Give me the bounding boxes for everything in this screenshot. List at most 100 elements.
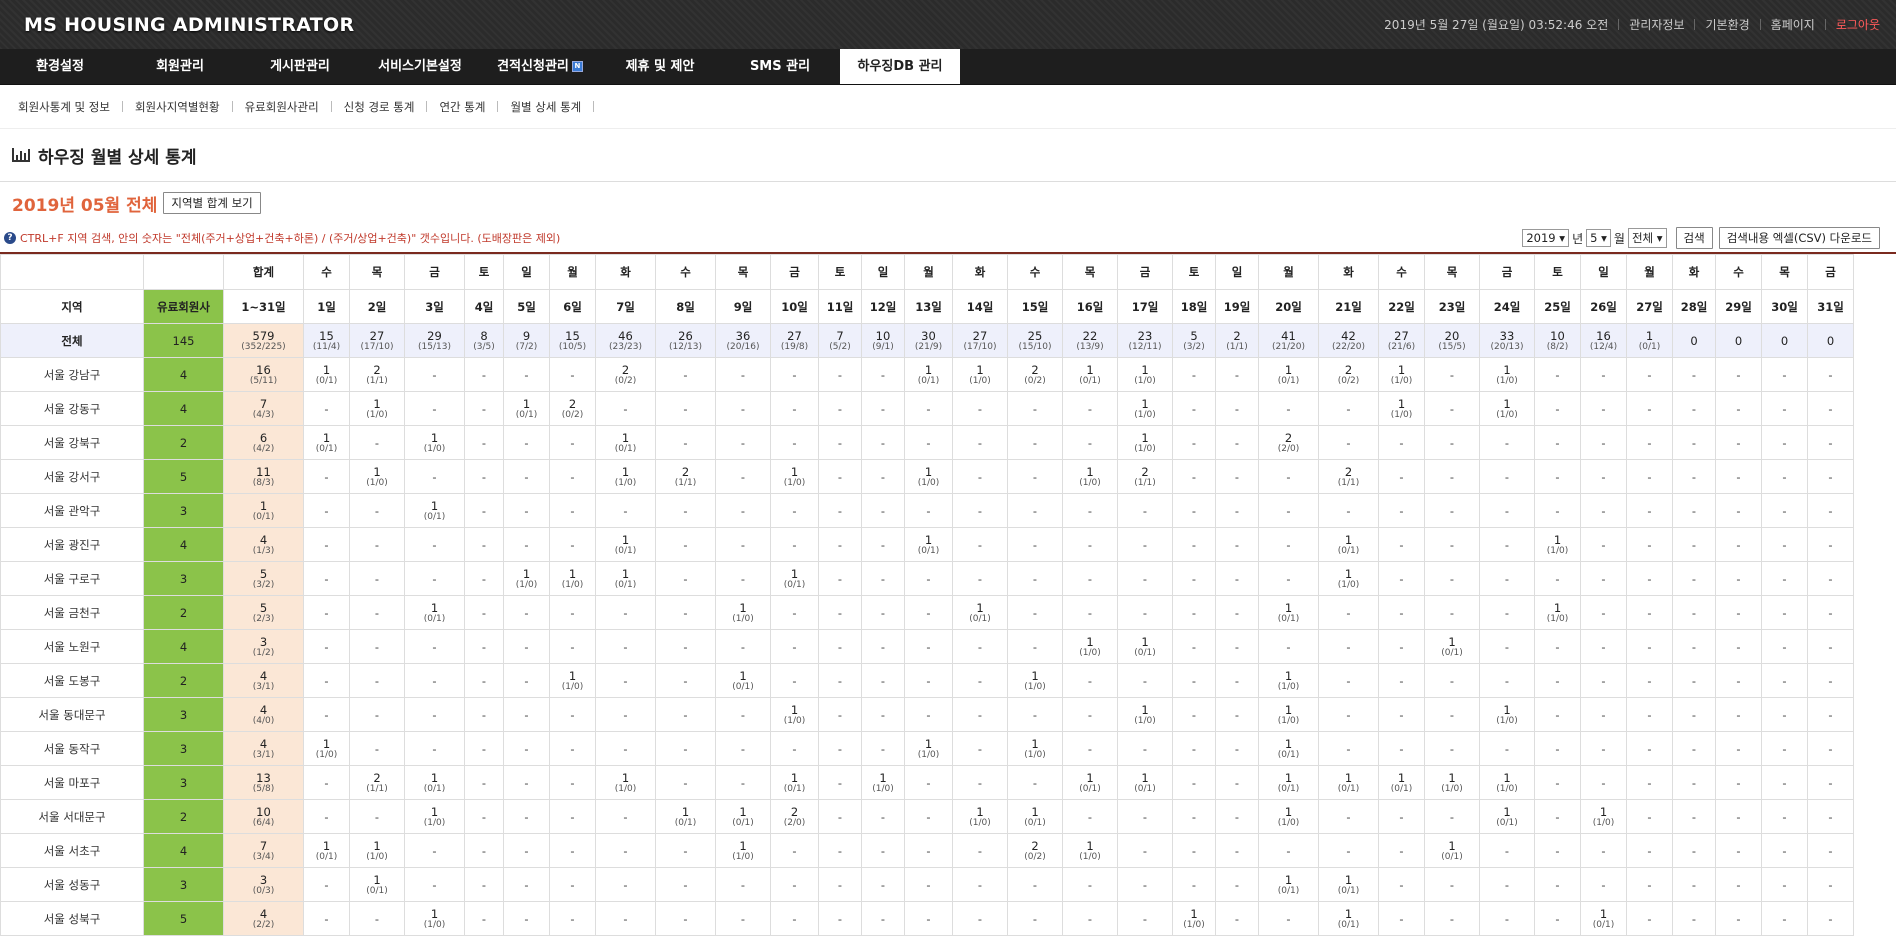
- day-cell: -: [1062, 391, 1118, 426]
- subnav-region-status[interactable]: 회원사지역별현황: [129, 99, 226, 115]
- day-breakdown: (0/1): [315, 375, 338, 386]
- header-weekday: 목: [349, 254, 405, 290]
- empty-mark: -: [623, 877, 628, 892]
- divider: [231, 101, 233, 112]
- day-cell: -: [1318, 731, 1379, 766]
- day-breakdown: (1/1): [1226, 341, 1248, 352]
- day-cell: -: [1479, 425, 1535, 460]
- subnav-request-path-stats[interactable]: 신청 경로 통계: [338, 99, 421, 115]
- day-cell: -: [464, 799, 504, 834]
- nav-item-housing-db[interactable]: 하우징DB 관리: [840, 49, 960, 84]
- empty-mark: -: [1191, 741, 1197, 756]
- day-cell: -: [1580, 629, 1627, 664]
- header-weekday: 월: [1258, 254, 1319, 290]
- day-breakdown: (0/1): [423, 511, 446, 522]
- day-cell: 1 (1/0): [1424, 765, 1480, 800]
- year-select[interactable]: 2019 ▾: [1522, 229, 1570, 247]
- empty-mark: -: [524, 707, 529, 722]
- nav-item-members[interactable]: 회원관리: [120, 49, 240, 84]
- empty-mark: -: [1191, 435, 1197, 450]
- empty-mark: -: [1142, 843, 1148, 858]
- day-cell: 1 (1/0): [1117, 357, 1173, 392]
- empty-mark: -: [524, 877, 529, 892]
- empty-mark: -: [926, 673, 931, 688]
- day-cell: -: [1172, 731, 1216, 766]
- day-cell: -: [503, 833, 550, 868]
- subnav-annual-stats[interactable]: 연간 통계: [433, 99, 491, 115]
- empty-mark: -: [1828, 911, 1833, 926]
- help-icon: ?: [4, 232, 16, 244]
- region-name: 서울 도봉구: [43, 673, 101, 688]
- day-cell: -: [1318, 391, 1379, 426]
- day-count: 33: [1499, 328, 1515, 343]
- basic-settings-link[interactable]: 기본환경: [1705, 16, 1749, 33]
- header-day: 5일: [503, 289, 550, 324]
- day-cell: -: [503, 527, 550, 562]
- subnav-paid-members[interactable]: 유료회원사관리: [239, 99, 325, 115]
- region-name: 서울 강남구: [43, 367, 101, 382]
- admin-info-link[interactable]: 관리자정보: [1629, 16, 1684, 33]
- day-count: 1: [1599, 804, 1608, 819]
- empty-mark: -: [1346, 707, 1351, 722]
- day-count: 23: [1137, 328, 1153, 343]
- logout-link[interactable]: 로그아웃: [1836, 16, 1880, 33]
- day-cell: -: [1580, 527, 1627, 562]
- day-cell: -: [770, 833, 819, 868]
- day-cell: -: [349, 493, 405, 528]
- homepage-link[interactable]: 홈페이지: [1771, 16, 1815, 33]
- month-select[interactable]: 5 ▾: [1586, 229, 1611, 247]
- subnav-member-stats[interactable]: 회원사통계 및 정보: [12, 99, 116, 115]
- empty-mark: -: [1691, 435, 1697, 450]
- sum-breakdown: (4/2): [252, 443, 275, 454]
- day-cell: -: [404, 391, 465, 426]
- search-button[interactable]: 검색: [1675, 227, 1713, 249]
- day-count: 29: [427, 328, 442, 343]
- empty-mark: -: [837, 571, 843, 586]
- empty-mark: -: [1032, 571, 1038, 586]
- day-cell: 1 (0/1): [655, 799, 716, 834]
- nav-item-estimate-requests[interactable]: 견적신청관리 N: [480, 49, 600, 84]
- day-cell: -: [1117, 901, 1173, 936]
- day-cell: -: [595, 731, 656, 766]
- day-count: 1: [1503, 770, 1511, 785]
- day-cell: -: [1258, 391, 1319, 426]
- day-cell: -: [503, 765, 550, 800]
- empty-mark: -: [837, 639, 843, 654]
- table-row: 서울 강서구 5 11 (8/3) -1 (1/0) - - - -1 (1/0) 2 (1/1) -1(…: [0, 459, 1854, 494]
- day-count: 1: [1141, 396, 1149, 411]
- nav-item-service-settings[interactable]: 서비스기본설정: [360, 49, 480, 84]
- day-cell: -: [1424, 867, 1480, 902]
- empty-mark: -: [1504, 877, 1510, 892]
- day-cell: -: [1062, 867, 1118, 902]
- day-cell: -: [1715, 425, 1762, 460]
- day-count: 1: [373, 838, 381, 853]
- empty-mark: -: [1782, 401, 1787, 416]
- day-cell: 1 (0/1): [715, 663, 771, 698]
- day-cell: 1 (0/1): [1007, 799, 1063, 834]
- region-sum-button[interactable]: 지역별 합계 보기: [163, 192, 261, 214]
- day-breakdown: (0/1): [614, 443, 637, 454]
- nav-item-environment[interactable]: 환경설정: [0, 49, 120, 84]
- empty-mark: -: [837, 843, 843, 858]
- type-select[interactable]: 전체 ▾: [1627, 228, 1667, 248]
- empty-mark: -: [524, 537, 529, 552]
- day-cell: 1 (1/0): [770, 697, 819, 732]
- day-count: 1: [924, 464, 933, 479]
- empty-mark: -: [1142, 673, 1148, 688]
- day-cell: -: [904, 833, 953, 868]
- nav-item-boards[interactable]: 게시판관리: [240, 49, 360, 84]
- nav-item-partnership[interactable]: 제휴 및 제안: [600, 49, 720, 84]
- day-breakdown: (0/1): [917, 545, 940, 556]
- subnav-monthly-detail-stats[interactable]: 월별 상세 통계: [504, 99, 587, 115]
- day-cell: 2 (2/0): [1258, 425, 1319, 460]
- nav-item-sms[interactable]: SMS 관리: [720, 49, 840, 84]
- empty-mark: -: [740, 503, 746, 518]
- day-breakdown: (12/11): [1128, 341, 1162, 352]
- day-count: 1: [373, 396, 381, 411]
- empty-mark: -: [1449, 503, 1455, 518]
- day-cell: -: [549, 357, 596, 392]
- day-cell: 1 (0/1): [303, 833, 350, 868]
- header-weekday: 일: [1215, 254, 1259, 290]
- day-cell: -: [1807, 391, 1854, 426]
- csv-download-button[interactable]: 검색내용 엑셀(CSV) 다운로드: [1718, 227, 1880, 249]
